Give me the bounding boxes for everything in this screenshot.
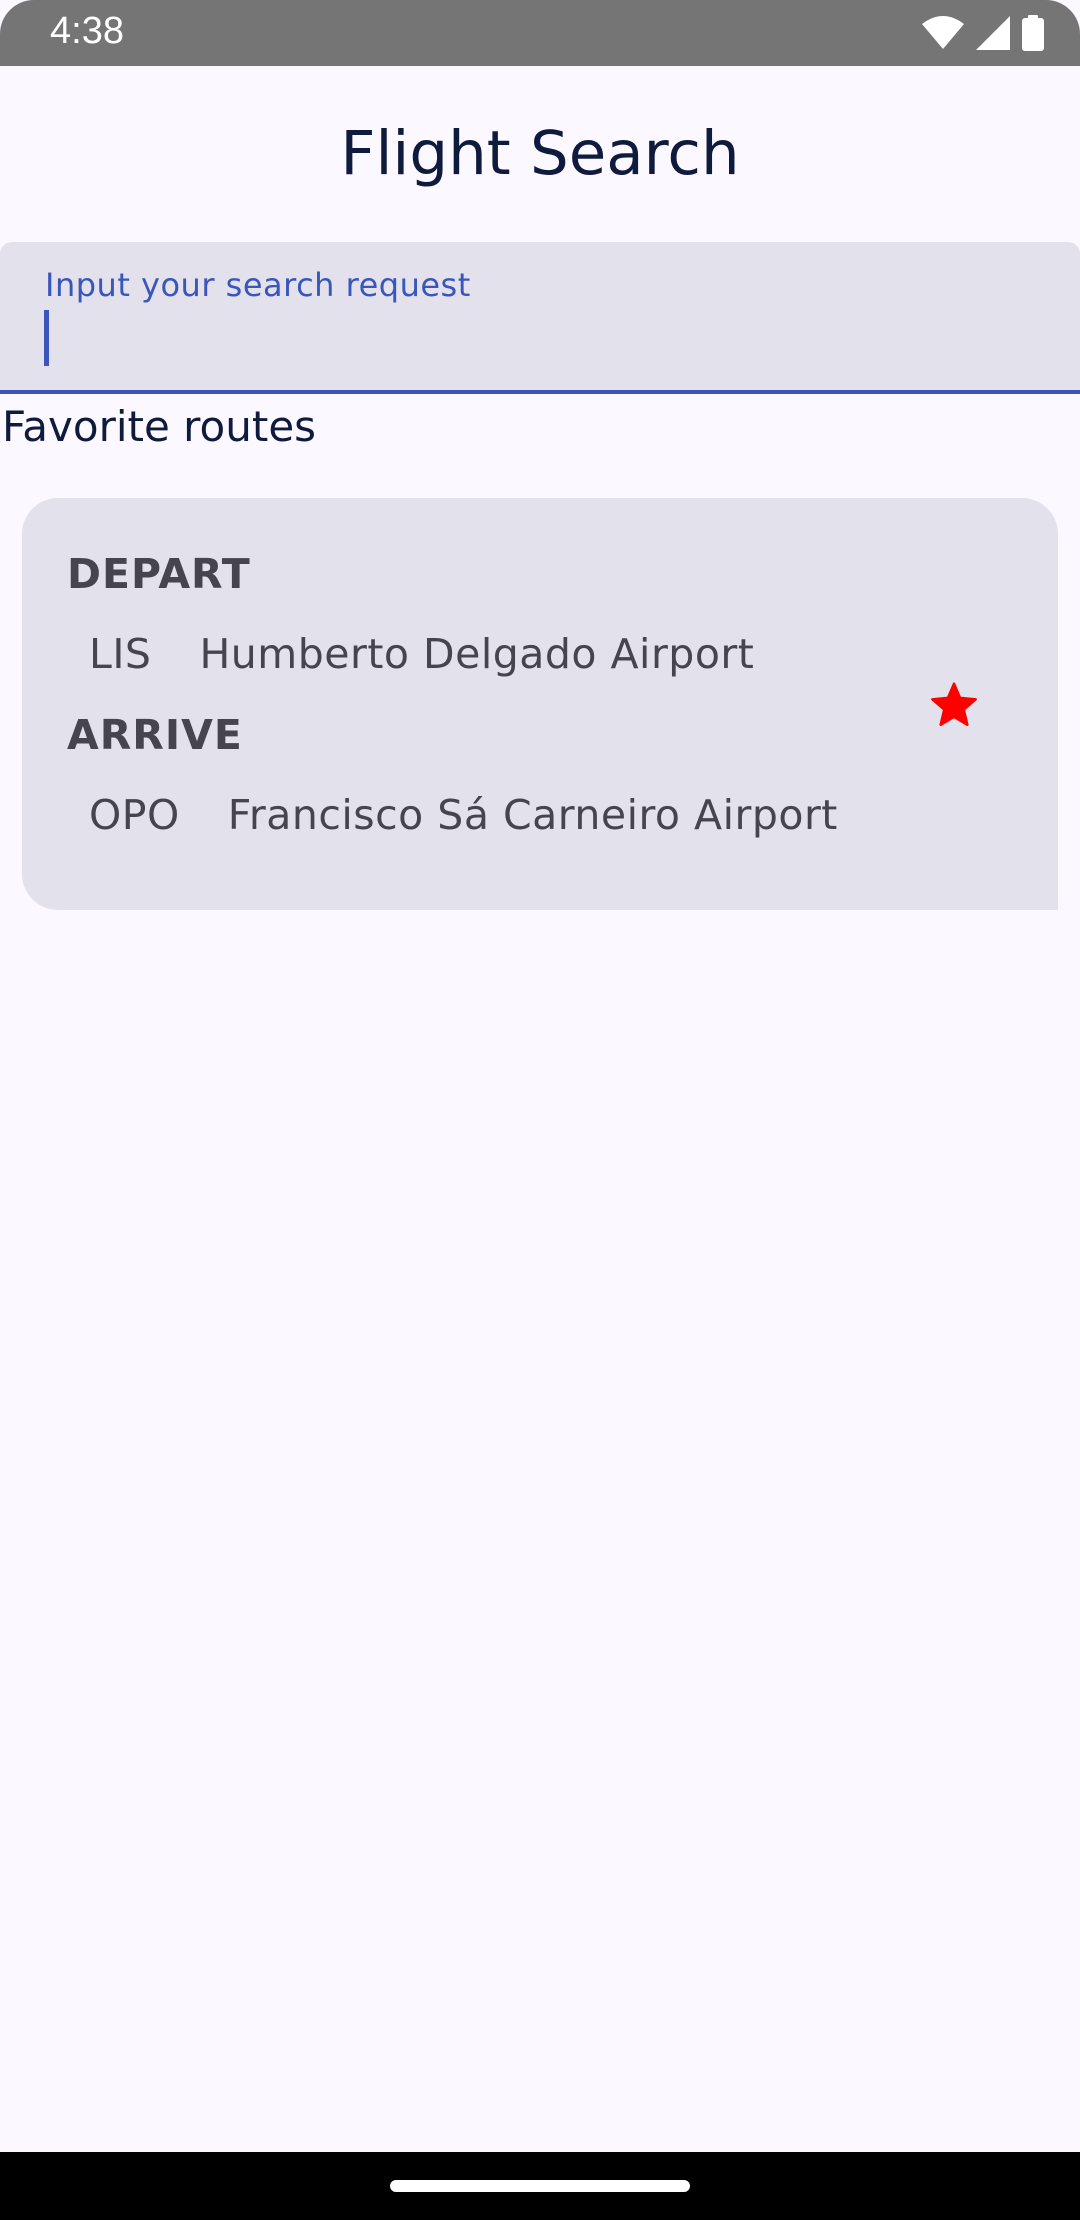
arrive-name: Francisco Sá Carneiro Airport: [227, 791, 838, 839]
depart-name: Humberto Delgado Airport: [199, 630, 755, 678]
battery-icon: [1022, 15, 1044, 51]
search-field[interactable]: Input your search request: [0, 242, 1080, 394]
status-time: 4:38: [50, 10, 124, 52]
search-label: Input your search request: [45, 266, 471, 304]
wifi-icon: [922, 16, 964, 50]
signal-icon: [976, 16, 1010, 50]
status-bar: 4:38: [0, 0, 1080, 66]
text-cursor: [44, 310, 49, 366]
status-icons: [922, 14, 1044, 52]
arrive-code: OPO: [89, 791, 180, 839]
depart-airport: LIS Humberto Delgado Airport: [89, 630, 754, 678]
search-input[interactable]: [45, 308, 1025, 368]
depart-label: DEPART: [67, 550, 251, 598]
favorite-route-card[interactable]: DEPART LIS Humberto Delgado Airport ARRI…: [22, 498, 1058, 910]
home-gesture-handle[interactable]: [390, 2180, 690, 2192]
star-icon: [931, 682, 977, 726]
depart-code: LIS: [89, 630, 152, 678]
arrive-label: ARRIVE: [67, 711, 243, 759]
favorite-toggle-button[interactable]: [918, 670, 990, 742]
page-title: Flight Search: [340, 118, 740, 189]
arrive-airport: OPO Francisco Sá Carneiro Airport: [89, 791, 838, 839]
favorite-routes-title: Favorite routes: [2, 402, 317, 451]
